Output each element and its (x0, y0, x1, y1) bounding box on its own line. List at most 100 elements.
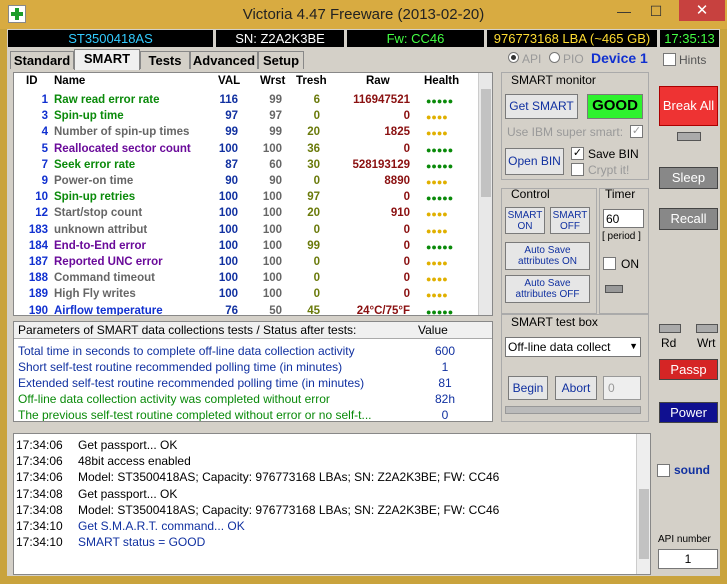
cell-id: 183 (28, 223, 48, 236)
table-row[interactable]: 184 End-to-End error 100 100 99 0 ●●●●● (14, 239, 480, 255)
param-row: Off-line data collection activity was co… (18, 392, 488, 408)
maximize-button[interactable]: ☐ (641, 0, 671, 22)
param-text: Total time in seconds to complete off-li… (18, 344, 355, 358)
sound-label: sound (674, 463, 710, 477)
break-indicator (677, 132, 701, 141)
tab-setup[interactable]: Setup (258, 51, 304, 69)
cell-wrst: 100 (262, 142, 282, 155)
log-time: 17:34:08 (16, 502, 63, 517)
minimize-button[interactable]: — (609, 0, 639, 22)
cell-name: Spin-up retries (54, 191, 136, 204)
cell-val: 87 (225, 158, 238, 171)
params-table: Parameters of SMART data collections tes… (13, 321, 493, 422)
log-message: Model: ST3500418AS; Capacity: 976773168 … (78, 502, 500, 517)
ibm-smart-checkbox[interactable]: ✓ (630, 125, 643, 138)
cell-wrst: 90 (269, 175, 282, 187)
get-smart-button[interactable]: Get SMART (505, 94, 578, 119)
log-panel: 17:34:06 Get passport... OK 17:34:06 48bit … (13, 433, 651, 575)
cell-health: ●●●● (426, 177, 448, 187)
scrollbar-thumb[interactable] (481, 89, 491, 197)
tab-advanced[interactable]: Advanced (190, 51, 258, 69)
cell-tresh: 6 (313, 94, 320, 106)
tab-smart[interactable]: SMART (74, 49, 140, 70)
col-id: ID (26, 75, 38, 87)
cell-id: 190 (28, 304, 48, 316)
log-time: 17:34:10 (16, 519, 63, 533)
crypt-checkbox[interactable] (571, 163, 584, 176)
break-all-button[interactable]: Break All (659, 86, 718, 126)
hints-label: Hints (679, 53, 707, 67)
col-val: VAL (218, 75, 241, 87)
autosave-on-button[interactable]: Auto Save attributes ON (505, 242, 590, 270)
table-row[interactable]: 5 Reallocated sector count 100 100 36 0 ●●●●● (14, 142, 480, 158)
cell-val: 100 (218, 256, 238, 268)
api-label: API (522, 52, 542, 66)
autosave-off-button[interactable]: Auto Save attributes OFF (505, 275, 590, 303)
cell-health: ●●●●● (426, 96, 454, 106)
recall-button[interactable]: Recall (659, 208, 718, 230)
log-scrollbar-thumb[interactable] (639, 489, 649, 559)
params-value-header: Value (418, 323, 448, 337)
cell-raw: 0 (403, 191, 410, 204)
tab-tests[interactable]: Tests (140, 51, 190, 69)
open-bin-button[interactable]: Open BIN (505, 148, 564, 175)
api-number-spinner[interactable]: 1 (658, 549, 718, 569)
cell-name: Command timeout (54, 272, 155, 285)
cell-wrst: 100 (262, 288, 282, 301)
log-message: Get passport... OK (78, 438, 178, 452)
wrt-label: Wrt (697, 336, 716, 350)
api-radio[interactable] (508, 52, 519, 63)
table-row[interactable]: 187 Reported UNC error 100 100 0 0 ●●●● (14, 255, 480, 271)
cell-tresh: 20 (307, 126, 320, 139)
cell-val: 99 (225, 126, 238, 139)
test-progress-input[interactable]: 0 (603, 376, 641, 400)
smart-on-button[interactable]: SMART ON (505, 207, 545, 234)
table-row[interactable]: 1 Raw read error rate 116 99 6 116947521 ●●●●● (14, 93, 480, 109)
cell-wrst: 100 (262, 223, 282, 236)
cell-raw: 910 (390, 207, 410, 220)
param-text: Off-line data collection activity was co… (18, 392, 330, 406)
sleep-button[interactable]: Sleep (659, 167, 718, 189)
params-header-label: Parameters of SMART data collections tes… (18, 323, 357, 337)
log-message: Get passport... OK (78, 486, 178, 501)
table-row[interactable]: 183 unknown attribut 100 100 0 0 ●●●● (14, 223, 480, 239)
table-row[interactable]: 188 Command timeout 100 100 0 0 ●●●● (14, 271, 480, 287)
cell-tresh: 0 (313, 288, 320, 301)
table-row[interactable]: 3 Spin-up time 97 97 0 0 ●●●● (14, 109, 480, 125)
cell-health: ●●●● (426, 290, 448, 301)
cell-id: 189 (28, 288, 48, 301)
power-button[interactable]: Power (659, 402, 718, 423)
table-row[interactable]: 4 Number of spin-up times 99 99 20 1825 ●●●● (14, 125, 480, 141)
table-row[interactable]: 10 Spin-up retries 100 100 97 0 ●●●●● (14, 190, 480, 206)
table-row[interactable]: 190 Airflow temperature 76 50 45 24°C/75°F ●●●… (14, 304, 480, 316)
log-scrollbar[interactable] (636, 434, 650, 574)
table-row[interactable]: 7 Seek error rate 87 60 30 528193129 ●●●●● (14, 158, 480, 174)
table-row[interactable]: 9 Power-on time 90 90 0 8890 ●●●● (14, 174, 480, 190)
save-bin-checkbox[interactable]: ✓ (571, 147, 584, 160)
pio-radio[interactable] (549, 52, 560, 63)
sound-checkbox[interactable] (657, 464, 670, 477)
cell-val: 100 (218, 207, 238, 220)
cell-wrst: 100 (262, 272, 282, 285)
timer-title: Timer (605, 187, 636, 201)
smart-table: ID Name VAL Wrst Tresh Raw Health 1 Raw r… (13, 72, 493, 316)
close-button[interactable]: ✕ (679, 0, 725, 21)
timer-on-checkbox[interactable] (603, 257, 616, 270)
cell-name: Raw read error rate (54, 94, 160, 106)
timer-input[interactable]: 60 (603, 209, 644, 228)
passp-button[interactable]: Passp (659, 359, 718, 380)
smart-off-button[interactable]: SMART OFF (550, 207, 590, 234)
begin-button[interactable]: Begin (508, 376, 548, 400)
table-scrollbar[interactable] (478, 73, 492, 315)
table-row[interactable]: 189 High Fly writes 100 100 0 0 ●●●● (14, 287, 480, 303)
table-row[interactable]: 12 Start/stop count 100 100 20 910 ●●●● (14, 206, 480, 222)
tab-standard[interactable]: Standard (10, 51, 74, 69)
col-tresh: Tresh (296, 75, 327, 87)
log-time: 17:34:06 (16, 454, 63, 469)
cell-tresh: 36 (307, 142, 320, 155)
log-time: 17:34:08 (16, 486, 63, 501)
test-type-select[interactable]: Off-line data collect ▼ (505, 337, 641, 357)
hints-checkbox[interactable] (663, 53, 676, 66)
abort-button[interactable]: Abort (555, 376, 597, 400)
cell-name: Reallocated sector count (54, 142, 191, 155)
